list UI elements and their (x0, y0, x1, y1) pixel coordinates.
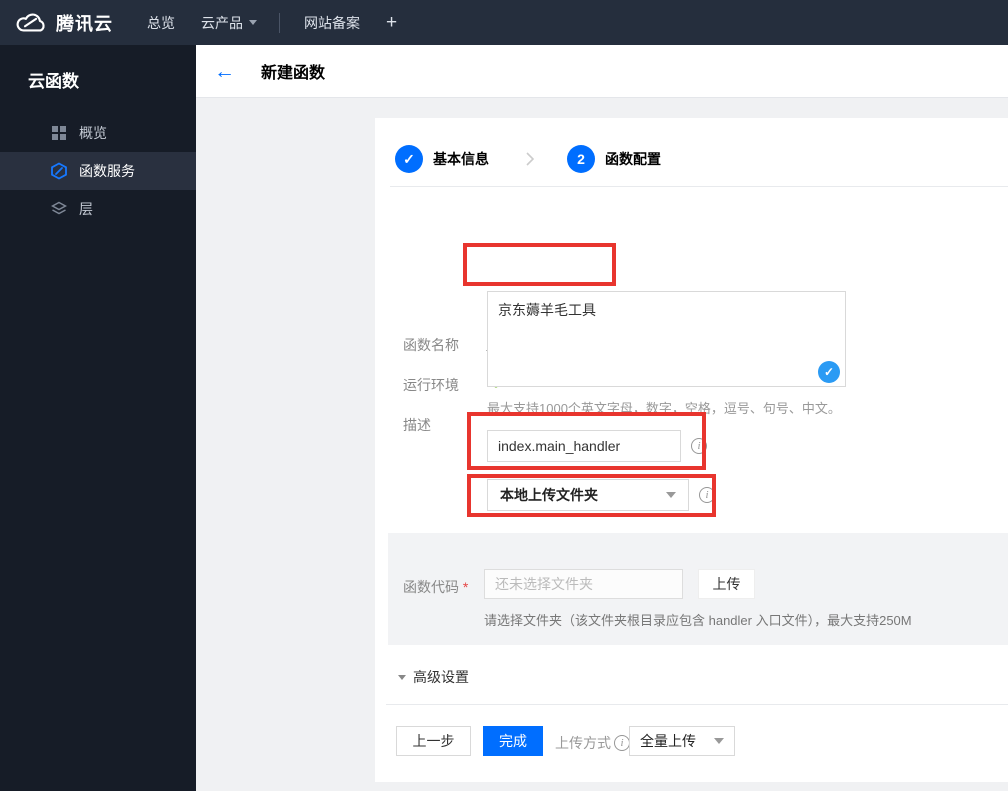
upload-mode-label-group: 上传方式 i (555, 733, 630, 753)
sidebar-menu: 概览 函数服务 层 (0, 114, 196, 228)
chevron-right-icon (525, 151, 535, 167)
annotation-box-runtime (463, 243, 616, 286)
sidebar-item-label: 函数服务 (79, 163, 135, 179)
content-area: ✓ 基本信息 2 函数配置 函数名称 jd 运行环境 js Nodejs12.1… (196, 98, 1008, 791)
description-label: 描述 (403, 417, 431, 433)
description-textarea[interactable]: 京东薅羊毛工具 (487, 291, 846, 387)
nav-overview[interactable]: 总览 (147, 13, 175, 33)
step2-number-badge: 2 (567, 145, 595, 173)
brand-name: 腾讯云 (56, 13, 113, 34)
step1-label: 基本信息 (433, 151, 489, 167)
submit-method-value: 本地上传文件夹 (500, 487, 598, 503)
previous-step-button[interactable]: 上一步 (396, 726, 471, 756)
sidebar-title: 云函数 (28, 72, 79, 91)
back-arrow-icon[interactable]: ← (214, 61, 235, 82)
handler-input[interactable] (487, 430, 681, 462)
grid-icon (50, 124, 68, 142)
chevron-down-icon (714, 738, 724, 744)
tencent-cloud-logo[interactable]: 腾讯云 (14, 10, 113, 36)
description-hint: 最大支持1000个英文字母，数字，空格，逗号、句号、中文。 (487, 401, 841, 416)
upload-mode-select[interactable]: 全量上传 (629, 726, 735, 756)
create-function-card: ✓ 基本信息 2 函数配置 函数名称 jd 运行环境 js Nodejs12.1… (375, 118, 1008, 782)
nav-divider (279, 12, 280, 33)
add-tab-icon[interactable]: + (386, 12, 397, 34)
finish-button[interactable]: 完成 (483, 726, 543, 756)
nav-products[interactable]: 云产品 (201, 13, 257, 33)
step1-check-icon: ✓ (395, 145, 423, 173)
function-code-panel: 函数代码 * 上传 请选择文件夹（该文件夹根目录应包含 handler 入口文件… (388, 533, 1008, 645)
page-title: 新建函数 (261, 65, 326, 82)
chevron-down-icon (666, 492, 676, 498)
required-asterisk: * (462, 579, 469, 595)
advanced-settings-label: 高级设置 (413, 669, 469, 685)
advanced-settings-toggle[interactable]: 高级设置 (398, 667, 469, 687)
upload-mode-value: 全量上传 (640, 733, 696, 749)
sidebar-item-overview[interactable]: 概览 (0, 114, 196, 152)
runtime-label: 运行环境 (403, 377, 459, 393)
function-code-label: 函数代码 * (403, 577, 468, 597)
step-indicator: ✓ 基本信息 2 函数配置 (395, 145, 661, 173)
info-icon[interactable]: i (691, 438, 707, 454)
chevron-down-icon (249, 20, 257, 25)
top-navbar: 腾讯云 总览 云产品 网站备案 + (0, 0, 1008, 45)
nav-products-label: 云产品 (201, 14, 243, 31)
function-code-label-text: 函数代码 (403, 579, 459, 595)
steps-divider (390, 186, 1008, 187)
step2-label: 函数配置 (605, 151, 661, 167)
footer-divider (386, 704, 1008, 705)
folder-path-input (484, 569, 683, 599)
triangle-down-icon (398, 674, 406, 680)
upload-button[interactable]: 上传 (698, 569, 755, 599)
submit-method-select[interactable]: 本地上传文件夹 (487, 479, 689, 511)
valid-check-icon: ✓ (818, 361, 840, 383)
nav-beian[interactable]: 网站备案 (304, 13, 360, 33)
sidebar-item-label: 层 (79, 201, 93, 217)
info-icon[interactable]: i (699, 487, 715, 503)
layers-icon (50, 200, 68, 218)
cloud-logo-icon (14, 11, 48, 35)
page-header: ← 新建函数 (196, 45, 1008, 98)
function-name-label: 函数名称 (403, 337, 459, 353)
sidebar-item-label: 概览 (79, 125, 107, 141)
upload-mode-label: 上传方式 (555, 735, 611, 751)
sidebar: 云函数 概览 函数服务 层 (0, 45, 196, 791)
function-code-hint: 请选择文件夹（该文件夹根目录应包含 handler 入口文件），最大支持250M (484, 613, 912, 628)
sidebar-item-function-service[interactable]: 函数服务 (0, 152, 196, 190)
function-hexagon-icon (50, 162, 68, 180)
sidebar-item-layers[interactable]: 层 (0, 190, 196, 228)
info-icon[interactable]: i (614, 735, 630, 751)
